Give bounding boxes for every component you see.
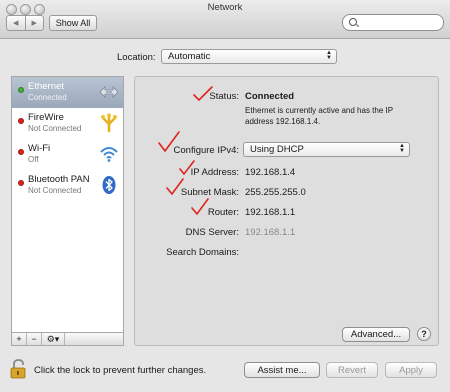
- wifi-icon: [100, 147, 118, 162]
- location-label: Location:: [117, 52, 156, 63]
- lock-icon[interactable]: [10, 359, 28, 379]
- router-value: 192.168.1.1: [245, 207, 296, 218]
- select-arrows-icon: ▲ ▼: [326, 50, 332, 61]
- ip-address-value: 192.168.1.4: [245, 167, 296, 178]
- status-dot-green: [18, 87, 24, 93]
- window-title: Network: [207, 2, 243, 13]
- subnet-mask-label: Subnet Mask:: [180, 187, 239, 198]
- location-select[interactable]: Automatic ▲ ▼: [161, 49, 337, 64]
- status-dot-red: [18, 149, 24, 155]
- configure-ipv4-value: Using DHCP: [250, 144, 304, 155]
- advanced-button[interactable]: Advanced...: [342, 327, 410, 342]
- ethernet-arrows-icon: [99, 86, 119, 98]
- assist-me-button[interactable]: Assist me...: [244, 362, 320, 378]
- configure-ipv4-select[interactable]: Using DHCP ▲ ▼: [243, 142, 410, 157]
- search-domains-label: Search Domains:: [166, 247, 239, 258]
- subnet-mask-value: 255.255.255.0: [245, 187, 306, 198]
- back-arrow-icon: ◀: [13, 20, 19, 27]
- help-button[interactable]: ?: [417, 327, 431, 341]
- router-label: Router:: [207, 207, 239, 218]
- gear-menu-button[interactable]: ⚙▾: [42, 333, 65, 345]
- remove-service-button[interactable]: −: [27, 333, 42, 345]
- service-list: Ethernet Connected FireWire Not Connecte…: [11, 76, 124, 333]
- bluetooth-icon: [102, 176, 116, 194]
- status-label: Status:: [209, 91, 239, 102]
- network-preferences-window: Network ◀ ▶ Show All Location: Automatic…: [0, 0, 450, 392]
- dns-server-label: DNS Server:: [185, 227, 239, 238]
- details-panel: Status: Connected Ethernet is currently …: [134, 76, 439, 346]
- ip-address-label: IP Address:: [190, 167, 239, 178]
- location-value: Automatic: [168, 51, 211, 62]
- lock-message: Click the lock to prevent further change…: [34, 365, 207, 376]
- status-value: Connected: [245, 91, 295, 102]
- service-item-wifi[interactable]: Wi-Fi Off: [12, 139, 123, 170]
- search-icon: [349, 18, 357, 26]
- back-forward-group: ◀ ▶: [6, 15, 44, 31]
- forward-arrow-icon: ▶: [31, 20, 37, 27]
- apply-button[interactable]: Apply: [385, 362, 437, 378]
- add-service-button[interactable]: +: [12, 333, 27, 345]
- search-field[interactable]: [342, 14, 444, 31]
- firewire-icon: [101, 113, 117, 133]
- service-item-bluetooth-pan[interactable]: Bluetooth PAN Not Connected: [12, 170, 123, 201]
- status-dot-red: [18, 180, 24, 186]
- show-all-button[interactable]: Show All: [49, 15, 97, 31]
- service-item-ethernet[interactable]: Ethernet Connected: [12, 77, 123, 108]
- service-item-firewire[interactable]: FireWire Not Connected: [12, 108, 123, 139]
- configure-ipv4-label: Configure IPv4:: [173, 145, 239, 156]
- dns-server-value: 192.168.1.1: [245, 227, 296, 238]
- select-arrows-icon: ▲ ▼: [399, 143, 405, 154]
- back-button[interactable]: ◀: [7, 16, 25, 30]
- status-dot-red: [18, 118, 24, 124]
- status-description: Ethernet is currently active and has the…: [245, 106, 393, 126]
- revert-button[interactable]: Revert: [326, 362, 378, 378]
- forward-button[interactable]: ▶: [24, 16, 44, 30]
- title-bar: Network ◀ ▶ Show All: [0, 0, 450, 39]
- search-input[interactable]: [361, 16, 441, 30]
- service-list-toolbar: + − ⚙▾: [11, 332, 124, 346]
